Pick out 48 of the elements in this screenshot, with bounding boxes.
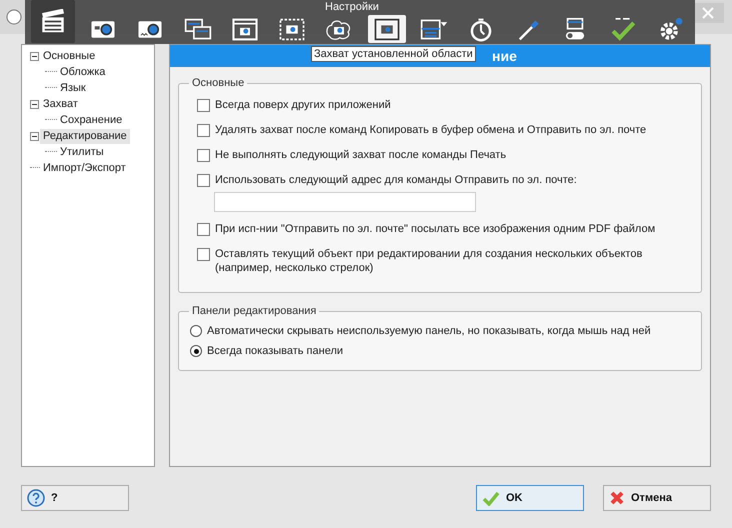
option-label: Всегда поверх других приложений [215,98,391,112]
region-camera-icon [278,16,306,42]
email-field[interactable] [214,192,476,212]
option-label: Не выполнять следующий захват после команды Печать [215,148,506,162]
option-label: Удалять захват после команд Копировать в буфер обмена и Отправить по эл. почте [215,123,646,137]
tree-item[interactable]: Захват [40,96,81,112]
help-button[interactable]: ? [21,485,129,511]
tree-item[interactable]: Импорт/Экспорт [40,160,129,176]
radio-button[interactable] [190,345,202,357]
collapse-icon[interactable] [30,52,40,60]
region-camera-icon [372,16,401,42]
collapse-icon[interactable] [30,132,40,140]
checkbox[interactable] [197,124,210,137]
tree-item[interactable]: Язык [57,80,89,96]
group-title: Панели редактирования [191,305,318,317]
tree-item[interactable]: Обложка [57,64,108,80]
option-label: Оставлять текущий объект при редактировании для создания нескольких объектов (например, несколько стрелок) [215,247,644,275]
checkbox[interactable] [197,99,210,112]
panel-title: ние [492,48,517,64]
option-label: Использовать следующий адрес для команды Отправить по эл. почте: [215,173,577,187]
tree-item[interactable]: Утилиты [57,144,107,160]
windows-icon [184,16,212,42]
close-icon [609,490,625,506]
app-icon [6,9,22,25]
tree-item[interactable]: Сохранение [57,112,126,128]
radio-button[interactable] [190,325,202,337]
option-label: Всегда показывать панели [207,344,344,358]
option-label: При исп-нии "Отправить по эл. почте" посылать все изображения одним PDF файлом [215,222,656,236]
cancel-button[interactable]: Отмена [603,485,711,511]
checkmark-icon [482,490,500,506]
group-title: Основные [191,77,246,89]
tree-item[interactable]: Редактирование [40,128,130,144]
ok-button[interactable]: OK [476,485,584,511]
toolbar-button[interactable] [368,15,406,43]
checkbox[interactable] [197,174,210,187]
close-icon[interactable] [692,3,724,23]
collapse-icon[interactable] [30,100,40,108]
checkbox[interactable] [197,149,210,162]
tooltip: Захват установленной области [311,46,476,62]
checkbox[interactable] [197,223,210,236]
window-icon [230,16,259,42]
tree-item[interactable]: Основные [40,48,98,64]
help-icon [27,489,45,507]
option-label: Автоматически скрывать неиспользуемую панель, но показывать, когда мышь над ней [207,324,651,338]
toolbar-button[interactable] [31,0,75,43]
checkbox[interactable] [197,248,210,261]
window-dropdown-icon [420,16,448,42]
window-title: Настройки [325,1,379,14]
